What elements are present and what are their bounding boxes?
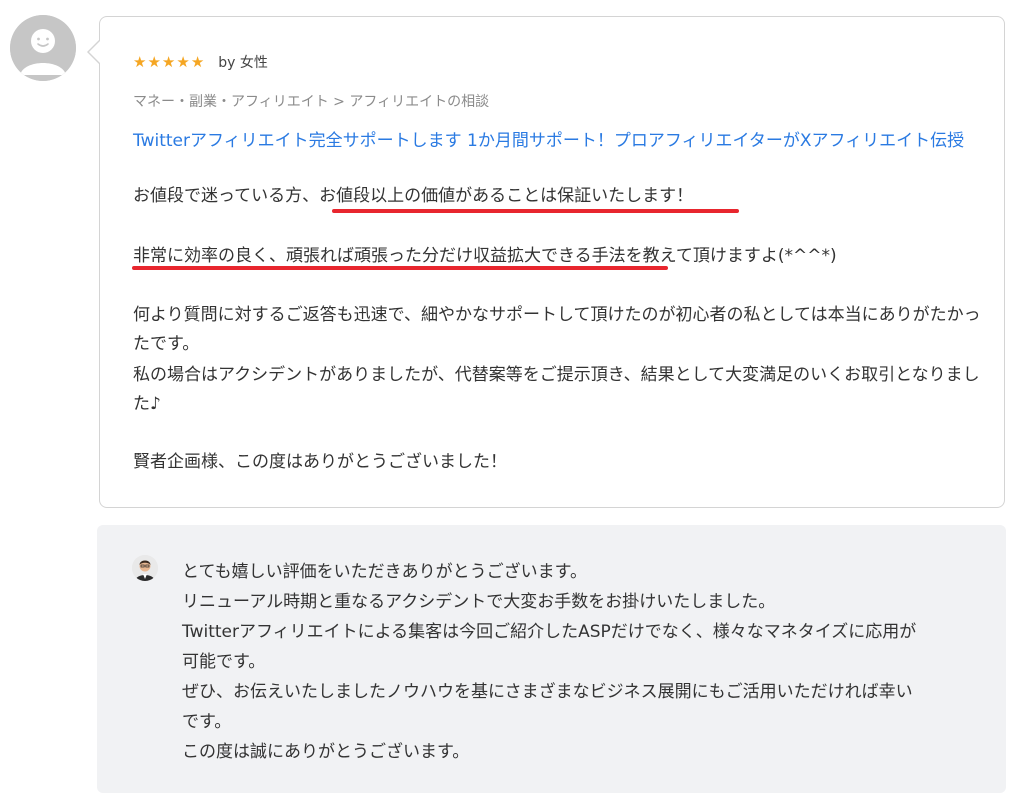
star-rating: ★ ★ ★ ★ ★ (133, 54, 204, 70)
highlighted-phrase-2: 非常に効率の良く、頑張れば頑張った分だけ収益拡大できる手法 (133, 246, 626, 266)
review-paragraph-4: 私の場合はアクシデントがありましたが、代替案等をご提示頂き、結果として大変満足の… (133, 365, 980, 414)
star-icon: ★ (176, 53, 190, 71)
reply-line: です。 (182, 712, 232, 732)
review-line-2-post: を教えて頂けますよ(*^^*) (625, 246, 837, 266)
red-underline-1 (332, 209, 739, 213)
review-line-1: お値段で迷っている方、お値段以上の価値があることは保証いたします！ (133, 182, 983, 211)
star-icon: ★ (133, 53, 147, 71)
star-icon: ★ (161, 53, 176, 71)
reply-line: Twitterアフィリエイトによる集客は今回ご紹介したASPだけでなく、様々なマ… (182, 622, 917, 642)
review-closing-line: 賢者企画様、この度はありがとうございました！ (133, 452, 507, 472)
reviewer-byline: by 女性 (218, 55, 268, 71)
speech-tail-inner (89, 40, 101, 64)
star-icon: ★ (147, 53, 161, 71)
seller-avatar-icon (132, 555, 158, 581)
highlighted-phrase-1: お値段以上の価値があることは保証いたします！ (319, 186, 694, 206)
star-icon: ★ (190, 53, 205, 71)
review-line-1-pre: お値段で迷っている方、 (133, 186, 320, 206)
reply-line: ぜひ、お伝えいたしましたノウハウを基にさまざまなビジネス展開にもご活用いただけれ… (182, 682, 913, 702)
reply-line: この度は誠にありがとうございます。 (182, 742, 470, 762)
review-paragraph-3: 何より質問に対するご返答も迅速で、細やかなサポートして頂けたのが初心者の私として… (133, 305, 981, 354)
reply-line: 可能です。 (182, 652, 266, 672)
seller-reply-box: とても嬉しい評価をいただきありがとうございます。 リニューアル時期と重なるアクシ… (97, 525, 1006, 793)
seller-reply-text: とても嬉しい評価をいただきありがとうございます。 リニューアル時期と重なるアクシ… (182, 557, 982, 767)
red-underline-2 (132, 266, 668, 270)
reply-line: とても嬉しい評価をいただきありがとうございます。 (182, 562, 587, 582)
review-card: ★ ★ ★ ★ ★ by 女性 マネー・副業・アフィリエイト > アフィリエイト… (87, 16, 1005, 508)
reply-line: リニューアル時期と重なるアクシデントで大変お手数をお掛けいたしました。 (182, 592, 776, 612)
rating-row: ★ ★ ★ ★ ★ by 女性 (133, 52, 268, 72)
reviewer-avatar-icon (10, 15, 76, 81)
service-title-link[interactable]: Twitterアフィリエイト完全サポートします 1か月間サポート！プロアフィリエ… (133, 127, 973, 155)
category-breadcrumb: マネー・副業・アフィリエイト > アフィリエイトの相談 (133, 94, 490, 110)
